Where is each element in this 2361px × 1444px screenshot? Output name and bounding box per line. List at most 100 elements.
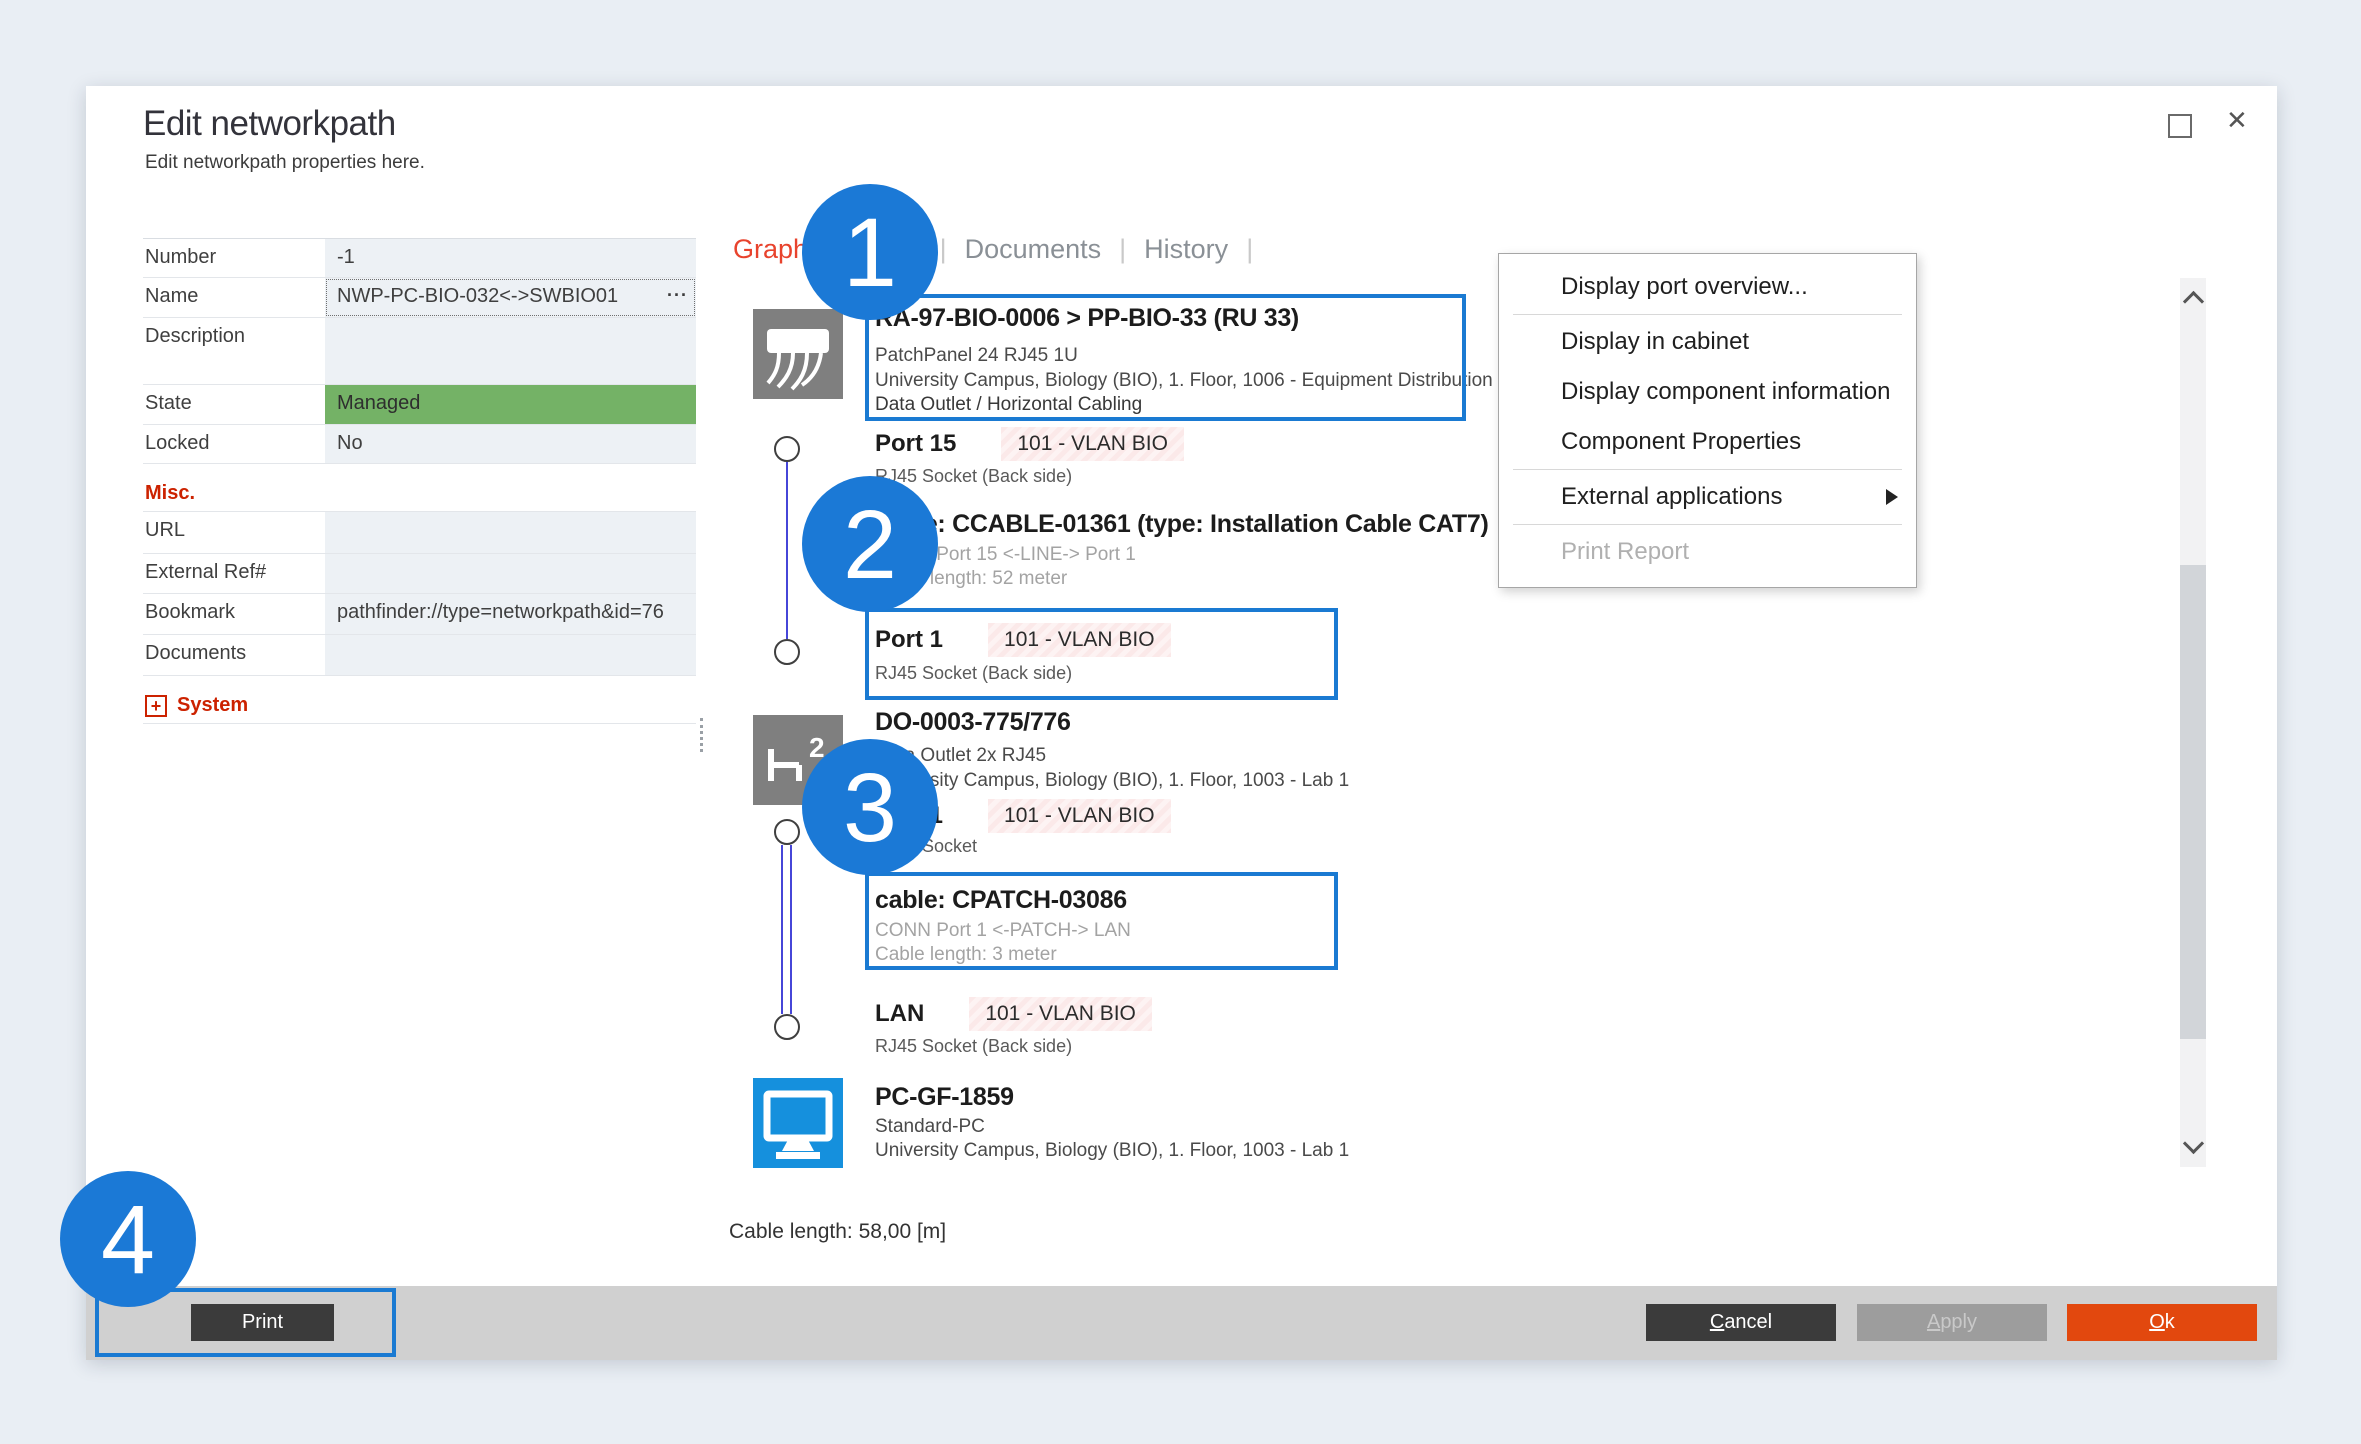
- vlan-badge: 101 - VLAN BIO: [969, 997, 1152, 1031]
- vertical-scrollbar[interactable]: [2180, 278, 2206, 1167]
- scroll-down-icon[interactable]: [2183, 1133, 2204, 1154]
- cable-length: Cable length: 52 meter: [875, 568, 1067, 590]
- tab-separator: |: [846, 234, 853, 265]
- bookmark-field[interactable]: pathfinder://type=networkpath&id=76: [325, 594, 696, 634]
- form-row-description: Description: [143, 318, 696, 385]
- tab-history[interactable]: History: [1144, 234, 1228, 265]
- component-title: PC-GF-1859: [875, 1083, 1014, 1112]
- cancel-label: ancel: [1724, 1311, 1772, 1334]
- pc-icon: [753, 1078, 843, 1168]
- menu-separator: [1513, 469, 1902, 470]
- field-label: Documents: [143, 635, 325, 675]
- maximize-button[interactable]: [2168, 114, 2192, 138]
- cable-title: cable: CPATCH-03086: [875, 886, 1127, 915]
- field-label: External Ref#: [143, 554, 325, 593]
- port-subtitle: RJ45 Socket (Back side): [875, 1036, 1072, 1057]
- field-label: URL: [143, 512, 325, 553]
- documents-field[interactable]: [325, 635, 696, 675]
- ok-button[interactable]: Ok: [2067, 1304, 2257, 1341]
- connector-node-icon: [774, 819, 800, 845]
- component-location: University Campus, Biology (BIO), 1. Flo…: [875, 370, 1493, 392]
- path-item-port15[interactable]: Port 15 101 - VLAN BIO: [875, 426, 1184, 462]
- cable-length: Cable length: 3 meter: [875, 944, 1057, 966]
- state-field[interactable]: Managed: [325, 385, 696, 424]
- menu-item-label: External applications: [1561, 483, 1782, 510]
- tab-grid[interactable]: Grid: [871, 234, 922, 265]
- cable-conn: CONN Port 1 <-PATCH-> LAN: [875, 920, 1131, 942]
- component-type: Standard-PC: [875, 1116, 985, 1138]
- tab-separator: |: [940, 234, 947, 265]
- form-row-number: Number -1: [143, 238, 696, 278]
- tab-graphic[interactable]: Graphic: [733, 234, 828, 265]
- menu-separator: [1513, 314, 1902, 315]
- splitter-handle[interactable]: [700, 718, 703, 752]
- component-title: RA-97-BIO-0006 > PP-BIO-33 (RU 33): [875, 304, 1299, 333]
- tab-separator: |: [1119, 234, 1126, 265]
- print-button[interactable]: Print: [191, 1304, 334, 1341]
- external-ref-field[interactable]: [325, 554, 696, 593]
- context-menu: Display port overview... Display in cabi…: [1498, 253, 1917, 588]
- close-button[interactable]: ✕: [2226, 108, 2248, 132]
- form-row-external-ref: External Ref#: [143, 554, 696, 594]
- vlan-badge: 101 - VLAN BIO: [1001, 427, 1184, 461]
- dialog-title: Edit networkpath: [143, 104, 396, 144]
- svg-text:2: 2: [809, 732, 825, 763]
- url-field[interactable]: [325, 512, 696, 553]
- ok-label: k: [2165, 1311, 2175, 1334]
- locked-field[interactable]: No: [325, 425, 696, 463]
- vlan-badge: 101 - VLAN BIO: [988, 623, 1171, 657]
- port-title: LAN: [875, 1000, 924, 1028]
- apply-mnemonic: A: [1927, 1311, 1940, 1334]
- print-button-label: Print: [242, 1311, 283, 1334]
- properties-form: Number -1 Name NWP-PC-BIO-032<->SWBIO01 …: [143, 238, 696, 724]
- menu-item-display-port-overview[interactable]: Display port overview...: [1499, 262, 1916, 312]
- description-field[interactable]: [325, 318, 696, 384]
- connector-node-icon: [774, 639, 800, 665]
- form-row-state: State Managed: [143, 385, 696, 425]
- path-item-lan[interactable]: LAN 101 - VLAN BIO: [875, 996, 1152, 1032]
- expand-icon[interactable]: +: [145, 695, 167, 717]
- cable-line-connector: [786, 462, 788, 639]
- apply-button: Apply: [1857, 1304, 2047, 1341]
- patch-panel-icon: [753, 309, 843, 399]
- system-section-header: + System: [143, 684, 696, 724]
- edit-networkpath-dialog: Edit networkpath Edit networkpath proper…: [86, 86, 2277, 1360]
- cable-title: cable: CCABLE-01361 (type: Installation …: [875, 510, 1489, 539]
- scroll-up-icon[interactable]: [2183, 291, 2204, 312]
- menu-item-display-in-cabinet[interactable]: Display in cabinet: [1499, 317, 1916, 367]
- field-label: Bookmark: [143, 594, 325, 634]
- name-value: NWP-PC-BIO-032<->SWBIO01: [337, 285, 618, 307]
- component-type: Data Outlet 2x RJ45: [875, 745, 1046, 767]
- number-field[interactable]: -1: [325, 239, 696, 277]
- port-title: Port 15: [875, 430, 956, 458]
- maximize-icon: [2168, 114, 2192, 138]
- vlan-badge: 101 - VLAN BIO: [988, 799, 1171, 833]
- path-item-port1-outlet[interactable]: Port 1 101 - VLAN BIO: [875, 798, 1171, 834]
- tab-documents[interactable]: Documents: [965, 234, 1102, 265]
- form-row-name: Name NWP-PC-BIO-032<->SWBIO01 ...: [143, 278, 696, 318]
- field-label: Description: [143, 318, 325, 384]
- patch-cable-line-connector: [790, 845, 792, 1014]
- patch-cable-line-connector: [781, 845, 783, 1014]
- port-subtitle: RJ45 Socket (Back side): [875, 663, 1072, 684]
- connector-node-icon: [774, 1014, 800, 1040]
- menu-item-display-component-information[interactable]: Display component information: [1499, 367, 1916, 417]
- component-location: University Campus, Biology (BIO), 1. Flo…: [875, 770, 1349, 792]
- menu-item-component-properties[interactable]: Component Properties: [1499, 417, 1916, 467]
- menu-item-print-report: Print Report: [1499, 527, 1916, 577]
- name-browse-button[interactable]: ...: [667, 280, 688, 301]
- scrollbar-thumb[interactable]: [2180, 565, 2206, 1039]
- tab-separator: |: [1246, 234, 1253, 265]
- close-icon: ✕: [2226, 105, 2248, 135]
- cancel-button[interactable]: Cancel: [1646, 1304, 1836, 1341]
- component-title: DO-0003-775/776: [875, 708, 1071, 737]
- path-item-port1[interactable]: Port 1 101 - VLAN BIO: [875, 622, 1171, 658]
- menu-separator: [1513, 524, 1902, 525]
- desktop-background: Edit networkpath Edit networkpath proper…: [0, 0, 2361, 1444]
- field-label: State: [143, 385, 325, 424]
- menu-item-external-applications[interactable]: External applications: [1499, 472, 1916, 522]
- dialog-subtitle: Edit networkpath properties here.: [145, 152, 425, 174]
- name-field[interactable]: NWP-PC-BIO-032<->SWBIO01 ...: [325, 278, 696, 317]
- connector-node-icon: [774, 436, 800, 462]
- component-category: Data Outlet / Horizontal Cabling: [875, 394, 1142, 416]
